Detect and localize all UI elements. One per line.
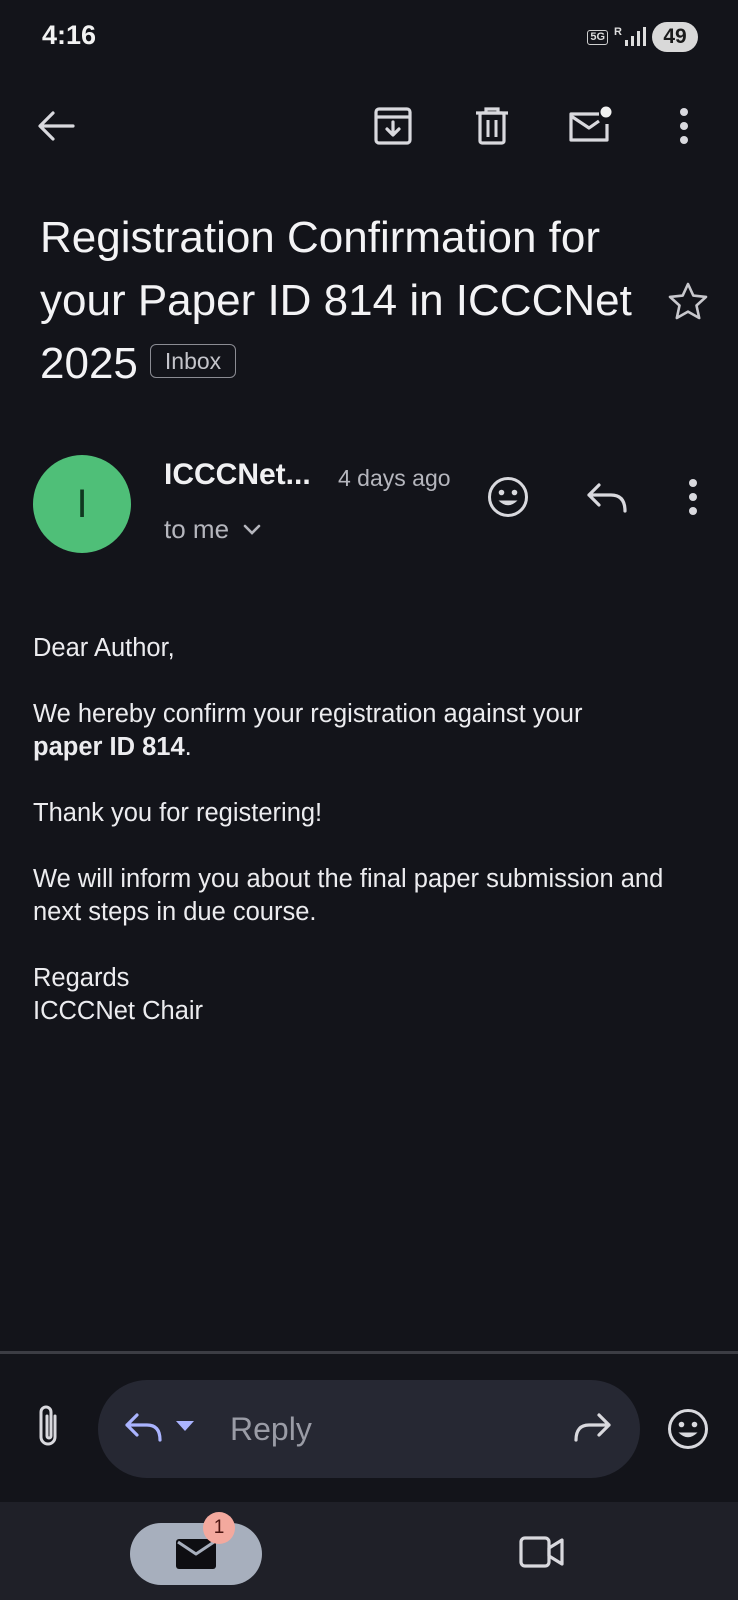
forward-icon[interactable] xyxy=(572,1410,612,1444)
chevron-down-icon xyxy=(243,524,261,536)
body-inform: We will inform you about the final paper… xyxy=(33,865,664,926)
body-regards: Regards xyxy=(33,964,130,992)
reply-placeholder: Reply xyxy=(230,1411,312,1447)
nav-mail-tab[interactable] xyxy=(130,1523,262,1585)
body-confirmation: We hereby confirm your registration agai… xyxy=(33,698,713,764)
battery-indicator: 49 xyxy=(652,22,698,52)
sender-timestamp: 4 days ago xyxy=(338,465,451,491)
reply-icon[interactable] xyxy=(582,472,632,522)
mark-unread-icon[interactable] xyxy=(566,102,614,150)
sender-name[interactable]: ICCCNet... xyxy=(164,458,311,492)
divider xyxy=(0,1351,738,1354)
inbox-label-chip[interactable]: Inbox xyxy=(149,344,237,379)
body-greeting: Dear Author, xyxy=(33,634,175,662)
recipient-label: to me xyxy=(164,514,230,544)
subject-line-3: 2025 Inbox xyxy=(40,332,660,395)
more-vert-icon[interactable] xyxy=(668,472,718,522)
avatar[interactable]: I xyxy=(33,455,131,553)
recipient-toggle[interactable]: to me xyxy=(164,514,261,545)
email-toolbar xyxy=(0,96,738,156)
subject-line-3-text: 2025 xyxy=(40,339,138,388)
subject-line-1: Registration Confirmation for xyxy=(40,213,601,262)
status-icons: 5G R 49 xyxy=(587,22,698,52)
reply-input[interactable]: Reply xyxy=(98,1380,640,1478)
star-icon[interactable] xyxy=(666,280,710,324)
reply-arrow-icon xyxy=(124,1410,164,1444)
archive-icon[interactable] xyxy=(369,102,417,150)
attach-icon[interactable] xyxy=(28,1402,68,1452)
body-signature: ICCCNet Chair xyxy=(33,997,204,1025)
subject-line-2: your Paper ID 814 in ICCCNet xyxy=(40,276,632,325)
emoji-icon[interactable] xyxy=(666,1407,710,1451)
emoji-reaction-icon[interactable] xyxy=(483,472,533,522)
body-confirm-text: We hereby confirm your registration agai… xyxy=(33,700,583,728)
unread-badge: 1 xyxy=(203,1512,235,1544)
status-bar: 4:16 5G R 49 xyxy=(0,0,738,76)
body-thanks: Thank you for registering! xyxy=(33,799,323,827)
body-period: . xyxy=(184,733,192,761)
bottom-navigation: 1 xyxy=(0,1502,738,1600)
more-vert-icon[interactable] xyxy=(660,102,708,150)
video-icon[interactable] xyxy=(519,1532,565,1572)
body-paper-id: paper ID 814 xyxy=(33,733,185,761)
mail-icon xyxy=(175,1538,217,1570)
network-type: 5G xyxy=(587,29,609,45)
email-subject: Registration Confirmation for your Paper… xyxy=(40,206,660,395)
back-arrow-icon[interactable] xyxy=(32,102,80,150)
status-time: 4:16 xyxy=(42,20,97,50)
dropdown-arrow-icon xyxy=(176,1421,194,1433)
signal-roaming-label: R xyxy=(614,26,622,38)
body-signoff: Regards ICCCNet Chair xyxy=(33,962,713,1028)
delete-icon[interactable] xyxy=(468,102,516,150)
reply-type-selector[interactable] xyxy=(124,1410,194,1444)
email-body: Dear Author, We hereby confirm your regi… xyxy=(33,632,713,1061)
signal-icon: R xyxy=(614,27,646,47)
